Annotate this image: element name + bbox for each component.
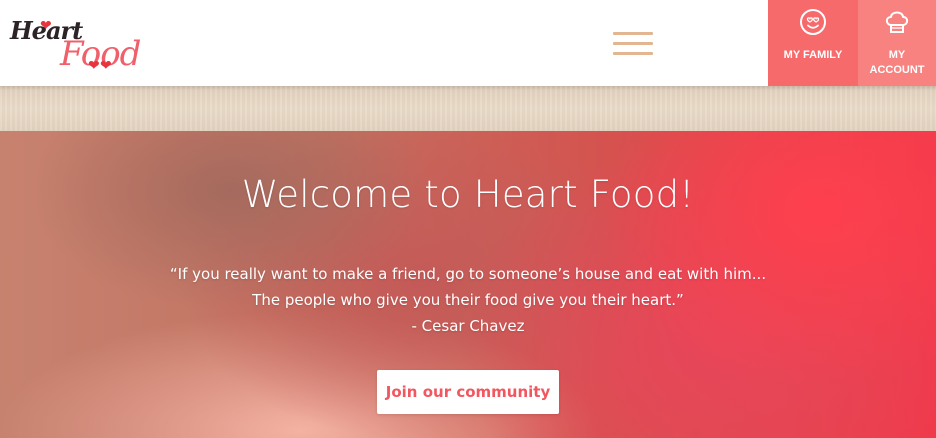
hero-banner: Welcome to Heart Food! “If you really wa… bbox=[0, 131, 936, 438]
wood-texture-strip bbox=[0, 86, 936, 131]
heart-food-logo[interactable]: Heart ❤ Food ❤ ❤ bbox=[8, 12, 141, 82]
my-account-label-line2: ACCOUNT bbox=[869, 64, 925, 76]
my-account-button[interactable]: MY ACCOUNT bbox=[858, 0, 936, 86]
my-family-button[interactable]: MY FAMILY bbox=[768, 0, 858, 86]
logo-heart-icon: ❤ bbox=[40, 17, 52, 33]
heart-eyes-smiley-icon bbox=[800, 9, 826, 35]
hamburger-menu-icon[interactable] bbox=[613, 32, 653, 58]
my-account-label-line1: MY bbox=[888, 49, 906, 61]
chef-hat-icon bbox=[885, 11, 909, 33]
my-family-label: MY FAMILY bbox=[783, 49, 843, 61]
quote-line-1: “If you really want to make a friend, go… bbox=[169, 265, 767, 283]
logo-heart-icon: ❤ bbox=[100, 57, 112, 73]
quote-author: - Cesar Chavez bbox=[411, 317, 525, 335]
join-community-button[interactable]: Join our community bbox=[377, 370, 559, 414]
hero-quote: “If you really want to make a friend, go… bbox=[0, 261, 936, 339]
my-account-label: MY ACCOUNT bbox=[858, 48, 936, 78]
hero-title: Welcome to Heart Food! bbox=[241, 173, 695, 216]
quote-line-2: The people who give you their food give … bbox=[252, 291, 684, 309]
logo-heart-icon: ❤ bbox=[88, 57, 100, 73]
site-header: Heart ❤ Food ❤ ❤ MY FAMILY MY ACCOUNT bbox=[0, 0, 936, 86]
